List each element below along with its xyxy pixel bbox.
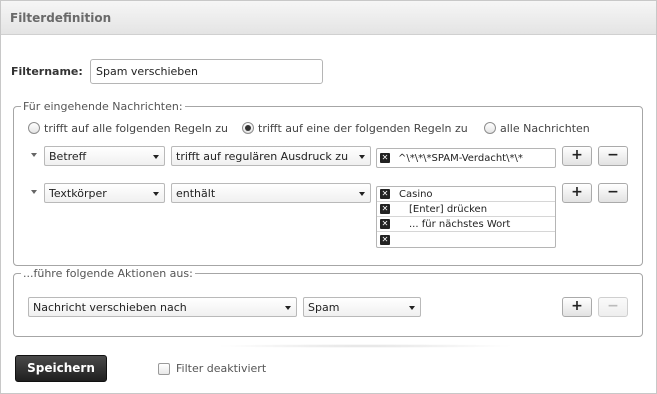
rule2-value-list[interactable]: ✕ Casino ✕ [Enter] drücken ✕ ... für näc… (376, 186, 556, 248)
radio-all-messages[interactable]: alle Nachrichten (484, 121, 590, 135)
chevron-down-icon (285, 306, 291, 310)
folder-select[interactable]: Spam (303, 297, 421, 317)
rule2-add-button[interactable]: + (562, 183, 592, 203)
action-select[interactable]: Nachricht verschieben nach (28, 297, 297, 317)
action-value: Nachricht verschieben nach (33, 301, 187, 314)
list-item[interactable]: ✕ [Enter] drücken (377, 202, 555, 217)
disable-filter-option[interactable]: Filter deaktiviert (158, 362, 266, 375)
rule1-operator-select[interactable]: trifft auf regulären Ausdruck zu (171, 146, 371, 166)
radio-all-messages-label: alle Nachrichten (500, 121, 590, 135)
list-item[interactable]: ✕ Casino (377, 187, 555, 202)
rule2-field-select[interactable]: Textkörper (44, 183, 165, 203)
list-item[interactable]: ✕ (377, 232, 555, 247)
incoming-rules-legend: Für eingehende Nachrichten: (23, 100, 183, 113)
radio-all-rules[interactable]: trifft auf alle folgenden Regeln zu (28, 121, 228, 135)
delete-box-icon[interactable]: ✕ (380, 189, 390, 199)
chevron-down-icon (359, 155, 365, 159)
triangle-down-icon[interactable] (31, 190, 37, 194)
action-remove-button: − (598, 297, 628, 317)
delete-box-icon[interactable]: ✕ (380, 204, 390, 214)
divider (215, 344, 515, 348)
rule1-field-value: Betreff (49, 150, 87, 163)
radio-all-rules-circle[interactable] (28, 122, 40, 134)
filter-name-input[interactable] (90, 59, 323, 84)
delete-box-icon[interactable]: ✕ (380, 219, 390, 229)
folder-value: Spam (308, 301, 340, 314)
disable-filter-label: Filter deaktiviert (176, 362, 267, 375)
save-button[interactable]: Speichern (15, 355, 107, 382)
rule2-remove-button[interactable]: − (598, 183, 628, 203)
rule1-field-select[interactable]: Betreff (44, 146, 165, 166)
chevron-down-icon (153, 155, 159, 159)
radio-any-rule-circle[interactable] (242, 122, 254, 134)
delete-box-icon[interactable]: ✕ (380, 153, 390, 163)
rule2-field-value: Textkörper (49, 187, 107, 200)
list-item-text: [Enter] drücken (409, 203, 488, 215)
chevron-down-icon (153, 192, 159, 196)
radio-all-rules-label: trifft auf alle folgenden Regeln zu (44, 121, 229, 135)
list-item-text: Casino (399, 188, 433, 200)
radio-any-rule-label: trifft auf eine der folgenden Regeln zu (258, 121, 468, 135)
rule2-operator-value: enthält (176, 187, 216, 200)
disable-filter-checkbox[interactable] (158, 362, 170, 375)
rule1-value-text: ^\*\*\*SPAM-Verdacht\*\* (398, 152, 523, 164)
rule2-operator-select[interactable]: enthält (171, 183, 371, 203)
action-add-button[interactable]: + (562, 297, 592, 317)
triangle-down-icon[interactable] (31, 153, 37, 157)
delete-box-icon[interactable]: ✕ (380, 234, 390, 245)
radio-any-rule[interactable]: trifft auf eine der folgenden Regeln zu (242, 121, 468, 135)
rule1-value-input[interactable]: ✕ ^\*\*\*SPAM-Verdacht\*\* (376, 148, 556, 168)
rule1-remove-button[interactable]: − (598, 146, 628, 166)
chevron-down-icon (359, 192, 365, 196)
chevron-down-icon (409, 306, 415, 310)
panel-header: Filterdefinition (1, 1, 656, 35)
radio-all-messages-circle[interactable] (484, 122, 496, 134)
rule1-add-button[interactable]: + (562, 146, 592, 166)
page-title: Filterdefinition (10, 11, 112, 25)
filter-name-label: Filtername: (11, 65, 83, 78)
actions-legend: ...führe folgende Aktionen aus: (23, 267, 193, 280)
rule1-operator-value: trifft auf regulären Ausdruck zu (176, 150, 349, 163)
list-item-text: ... für nächstes Wort (409, 218, 511, 230)
list-item[interactable]: ✕ ... für nächstes Wort (377, 217, 555, 232)
